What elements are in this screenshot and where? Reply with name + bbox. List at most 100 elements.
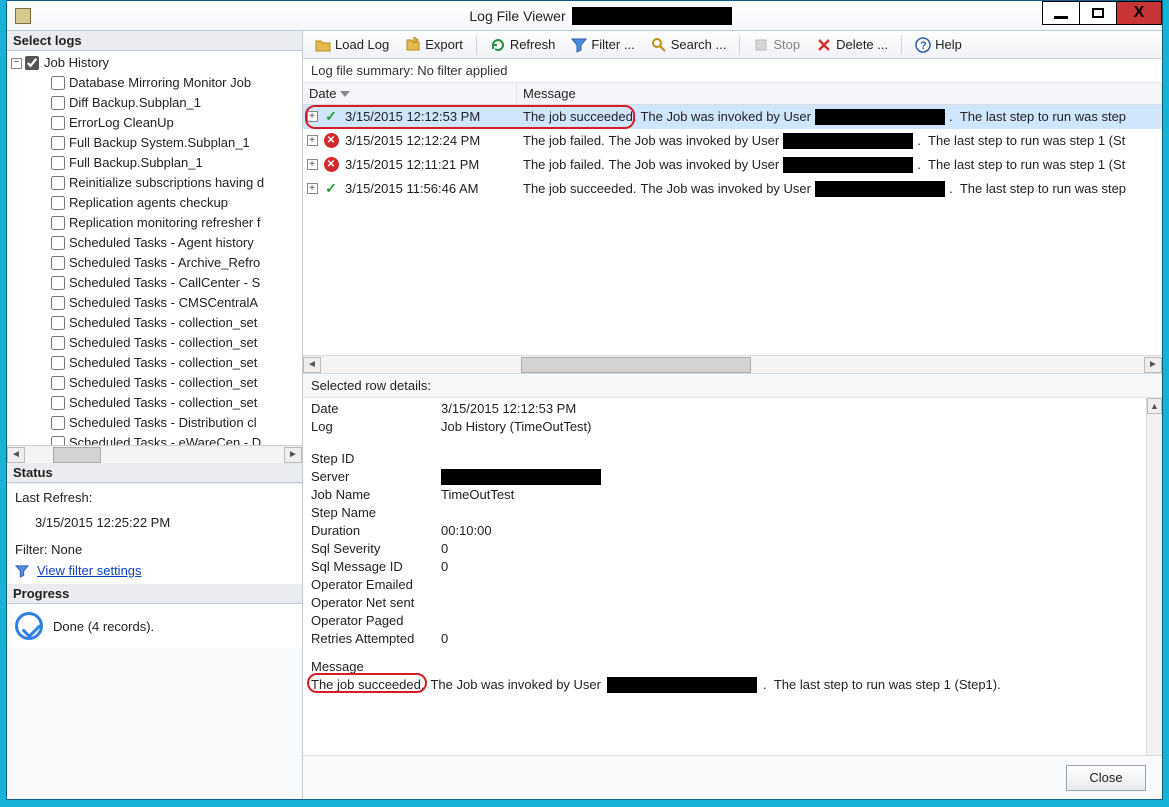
tree-item-checkbox[interactable] xyxy=(51,196,65,210)
load-log-button[interactable]: Load Log xyxy=(309,35,395,55)
view-filter-settings-link[interactable]: View filter settings xyxy=(37,563,142,578)
tree-item-checkbox[interactable] xyxy=(51,296,65,310)
tree-item-checkbox[interactable] xyxy=(51,136,65,150)
tree-item-label: ErrorLog CleanUp xyxy=(69,113,174,133)
tree-item-checkbox[interactable] xyxy=(51,376,65,390)
tree-item-label: Scheduled Tasks - CallCenter - S xyxy=(69,273,260,293)
tree-item-checkbox[interactable] xyxy=(51,116,65,130)
tree-item[interactable]: Replication agents checkup xyxy=(51,193,302,213)
tree-item-checkbox[interactable] xyxy=(51,76,65,90)
tree-item-checkbox[interactable] xyxy=(51,176,65,190)
tree-item[interactable]: Full Backup.Subplan_1 xyxy=(51,153,302,173)
tree-item[interactable]: Full Backup System.Subplan_1 xyxy=(51,133,302,153)
expand-icon[interactable]: + xyxy=(307,159,318,170)
tree-item[interactable]: Scheduled Tasks - eWareCen - D xyxy=(51,433,302,445)
tree-item[interactable]: Scheduled Tasks - collection_set xyxy=(51,333,302,353)
tree-item-label: Full Backup.Subplan_1 xyxy=(69,153,203,173)
tree-item-checkbox[interactable] xyxy=(51,356,65,370)
tree-item-label: Scheduled Tasks - Archive_Refro xyxy=(69,253,260,273)
tree-item-checkbox[interactable] xyxy=(51,256,65,270)
progress-header: Progress xyxy=(7,584,302,604)
tree-item-checkbox[interactable] xyxy=(51,436,65,445)
expand-icon[interactable]: + xyxy=(307,183,318,194)
collapse-icon[interactable]: − xyxy=(11,58,22,69)
delete-button[interactable]: Delete ... xyxy=(810,35,894,55)
table-row[interactable]: +✕3/15/2015 12:11:21 PMThe job failed. T… xyxy=(303,153,1162,177)
tree-item-checkbox[interactable] xyxy=(51,276,65,290)
tree-item[interactable]: Scheduled Tasks - collection_set xyxy=(51,353,302,373)
scroll-right-icon[interactable]: ► xyxy=(1144,357,1162,373)
tree-item[interactable]: Reinitialize subscriptions having d xyxy=(51,173,302,193)
scroll-left-icon[interactable]: ◄ xyxy=(7,447,25,463)
filter-icon xyxy=(15,564,29,578)
detail-value: 3/15/2015 12:12:53 PM xyxy=(441,400,1154,418)
redacted xyxy=(607,677,757,693)
detail-value xyxy=(441,594,1154,612)
refresh-button[interactable]: Refresh xyxy=(484,35,562,55)
tree-item[interactable]: Scheduled Tasks - collection_set xyxy=(51,393,302,413)
col-date[interactable]: Date xyxy=(303,83,517,104)
tree-item[interactable]: ErrorLog CleanUp xyxy=(51,113,302,133)
tree-item[interactable]: Replication monitoring refresher f xyxy=(51,213,302,233)
expand-icon[interactable]: + xyxy=(307,111,318,122)
app-icon xyxy=(15,8,31,24)
tree-item[interactable]: Scheduled Tasks - Agent history xyxy=(51,233,302,253)
log-grid: Date Message +✓3/15/2015 12:12:53 PMThe … xyxy=(303,83,1162,373)
main-panel: Load Log Export Refresh Filter ... xyxy=(303,31,1162,799)
detail-field: LogJob History (TimeOutTest) xyxy=(311,418,1154,436)
tree-root-job-history[interactable]: − Job History xyxy=(11,53,302,73)
window-title-text: Log File Viewer xyxy=(469,8,565,24)
maximize-button[interactable] xyxy=(1079,1,1117,25)
tree-item-checkbox[interactable] xyxy=(51,396,65,410)
scroll-up-icon[interactable]: ▲ xyxy=(1147,398,1162,414)
tree-item[interactable]: Scheduled Tasks - CMSCentralA xyxy=(51,293,302,313)
close-window-button[interactable]: X xyxy=(1116,1,1162,25)
grid-hscrollbar[interactable]: ◄ ► xyxy=(303,355,1162,373)
log-file-viewer-window: Log File Viewer X Select logs − Job Hist… xyxy=(6,0,1163,800)
tree-item-checkbox[interactable] xyxy=(51,156,65,170)
tree-hscrollbar[interactable]: ◄ ► xyxy=(7,445,302,463)
job-history-checkbox[interactable] xyxy=(25,56,39,70)
close-button[interactable]: Close xyxy=(1066,765,1146,791)
table-row[interactable]: +✓3/15/2015 12:12:53 PMThe job succeeded… xyxy=(303,105,1162,129)
tree-item-checkbox[interactable] xyxy=(51,316,65,330)
tree-item[interactable]: Scheduled Tasks - Distribution cl xyxy=(51,413,302,433)
tree-item[interactable]: Scheduled Tasks - Archive_Refro xyxy=(51,253,302,273)
sidebar: Select logs − Job History Database Mirro… xyxy=(7,31,303,799)
scroll-left-icon[interactable]: ◄ xyxy=(303,357,321,373)
scroll-thumb[interactable] xyxy=(521,357,751,373)
tree-item-checkbox[interactable] xyxy=(51,236,65,250)
tree-item-label: Full Backup System.Subplan_1 xyxy=(69,133,250,153)
detail-value: 0 xyxy=(441,558,1154,576)
table-row[interactable]: +✕3/15/2015 12:12:24 PMThe job failed. T… xyxy=(303,129,1162,153)
tree-item-label: Scheduled Tasks - collection_set xyxy=(69,373,257,393)
detail-field: Server xyxy=(311,468,1154,486)
expand-icon[interactable]: + xyxy=(307,135,318,146)
redacted xyxy=(783,133,913,149)
tree-item[interactable]: Diff Backup.Subplan_1 xyxy=(51,93,302,113)
detail-key: Operator Paged xyxy=(311,612,441,630)
filter-button[interactable]: Filter ... xyxy=(565,35,640,55)
tree-item[interactable]: Scheduled Tasks - CallCenter - S xyxy=(51,273,302,293)
minimize-button[interactable] xyxy=(1042,1,1080,25)
tree-item[interactable]: Database Mirroring Monitor Job xyxy=(51,73,302,93)
tree-item-checkbox[interactable] xyxy=(51,96,65,110)
details-vscrollbar[interactable]: ▲ ▼ xyxy=(1146,398,1162,755)
search-button[interactable]: Search ... xyxy=(645,35,733,55)
status-success-icon: ✓ xyxy=(325,180,337,197)
tree-item[interactable]: Scheduled Tasks - collection_set xyxy=(51,313,302,333)
scroll-right-icon[interactable]: ► xyxy=(284,447,302,463)
stop-button[interactable]: Stop xyxy=(747,35,806,55)
scroll-thumb[interactable] xyxy=(53,447,101,463)
export-button[interactable]: Export xyxy=(399,35,469,55)
window-title: Log File Viewer xyxy=(39,7,1162,25)
tree-item-checkbox[interactable] xyxy=(51,336,65,350)
tree-item-checkbox[interactable] xyxy=(51,216,65,230)
sort-desc-icon xyxy=(340,91,350,97)
help-button[interactable]: ? Help xyxy=(909,35,968,55)
tree-item[interactable]: Scheduled Tasks - collection_set xyxy=(51,373,302,393)
tree-item-label: Scheduled Tasks - Agent history xyxy=(69,233,254,253)
tree-item-checkbox[interactable] xyxy=(51,416,65,430)
col-message[interactable]: Message xyxy=(517,83,1162,104)
table-row[interactable]: +✓3/15/2015 11:56:46 AMThe job succeeded… xyxy=(303,177,1162,201)
